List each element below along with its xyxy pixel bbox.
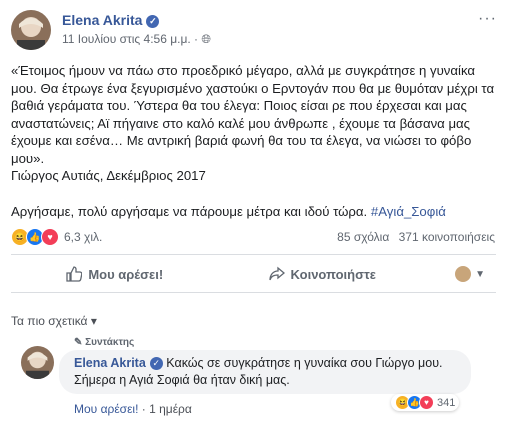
post-meta: 11 Ιουλίου στις 4:56 μ.μ. · 🌐︎ xyxy=(62,32,211,46)
author-avatar[interactable] xyxy=(11,10,51,50)
commenter-avatar[interactable] xyxy=(21,346,54,379)
comment-reaction-count: 341 xyxy=(437,396,456,409)
like-button-label: Μου αρέσει! xyxy=(88,266,164,282)
separator: · xyxy=(138,402,150,416)
caret-down-icon: ▼ xyxy=(475,268,485,280)
post-body: «Έτοιμος ήμουν να πάω στο προεδρικό μέγα… xyxy=(11,62,497,185)
post-signature: Γιώργος Αυτιάς, Δεκέμβριος 2017 xyxy=(11,168,206,183)
pencil-icon: ✎ xyxy=(74,337,83,348)
post-date[interactable]: 11 Ιουλίου στις 4:56 μ.μ. xyxy=(62,32,191,46)
shares-count[interactable]: 371 κοινοποιήσεις xyxy=(399,230,495,244)
more-options-icon[interactable]: ··· xyxy=(478,10,497,28)
comment-actions: Μου αρέσει! · 1 ημέρα xyxy=(74,402,192,416)
verified-badge-icon: ✓ xyxy=(149,357,163,370)
love-reaction-icon: ♥ xyxy=(41,228,59,246)
reactions-summary[interactable]: 😆 👍 ♥ 6,3 χιλ. xyxy=(11,228,102,246)
post-actions: Μου αρέσει! Κοινοποιήστε xyxy=(11,257,496,291)
post-tail-text: Αργήσαμε, πολύ αργήσαμε να πάρουμε μέτρα… xyxy=(11,204,368,219)
author-badge-label: Συντάκτης xyxy=(85,337,135,348)
comment-text: Elena Akrita ✓ Κακώς σε συγκράτησε η γυνα… xyxy=(74,355,464,389)
post-text: «Έτοιμος ήμουν να πάω στο προεδρικό μέγα… xyxy=(11,63,495,166)
globe-icon: 🌐︎ xyxy=(201,32,211,46)
comment-time[interactable]: 1 ημέρα xyxy=(149,402,192,416)
reaction-count[interactable]: 6,3 χιλ. xyxy=(64,230,102,244)
comment-author-name[interactable]: Elena Akrita xyxy=(74,356,146,370)
verified-badge-icon: ✓ xyxy=(146,15,160,28)
thumbs-up-icon xyxy=(66,266,83,282)
post-tail: Αργήσαμε, πολύ αργήσαμε να πάρουμε μέτρα… xyxy=(11,204,497,219)
comment-like-link[interactable]: Μου αρέσει! xyxy=(74,402,138,416)
post-as-selector[interactable]: ▼ xyxy=(455,266,485,282)
share-button-label: Κοινοποιήστε xyxy=(290,266,376,282)
comment-sort-dropdown[interactable]: Τα πιο σχετικά ▾ xyxy=(11,314,97,328)
share-button[interactable]: Κοινοποιήστε xyxy=(219,266,427,282)
love-reaction-icon: ♥ xyxy=(419,395,434,410)
facebook-post: Elena Akrita ✓ 11 Ιουλίου στις 4:56 μ.μ. … xyxy=(0,0,507,434)
post-author[interactable]: Elena Akrita ✓ xyxy=(62,12,160,28)
viewer-avatar xyxy=(455,266,472,282)
like-button[interactable]: Μου αρέσει! xyxy=(11,266,219,282)
share-arrow-icon xyxy=(268,266,285,281)
comment-reactions[interactable]: 😆 👍 ♥ 341 xyxy=(391,394,460,411)
post-stats: 85 σχόλια 371 κοινοποιήσεις xyxy=(331,230,495,244)
comments-count[interactable]: 85 σχόλια xyxy=(337,230,389,244)
divider xyxy=(11,292,496,293)
divider xyxy=(11,254,496,255)
author-badge: ✎ Συντάκτης xyxy=(74,337,134,348)
post-author-name[interactable]: Elena Akrita xyxy=(62,12,142,28)
hashtag-link[interactable]: #Αγιά_Σοφιά xyxy=(371,204,446,219)
